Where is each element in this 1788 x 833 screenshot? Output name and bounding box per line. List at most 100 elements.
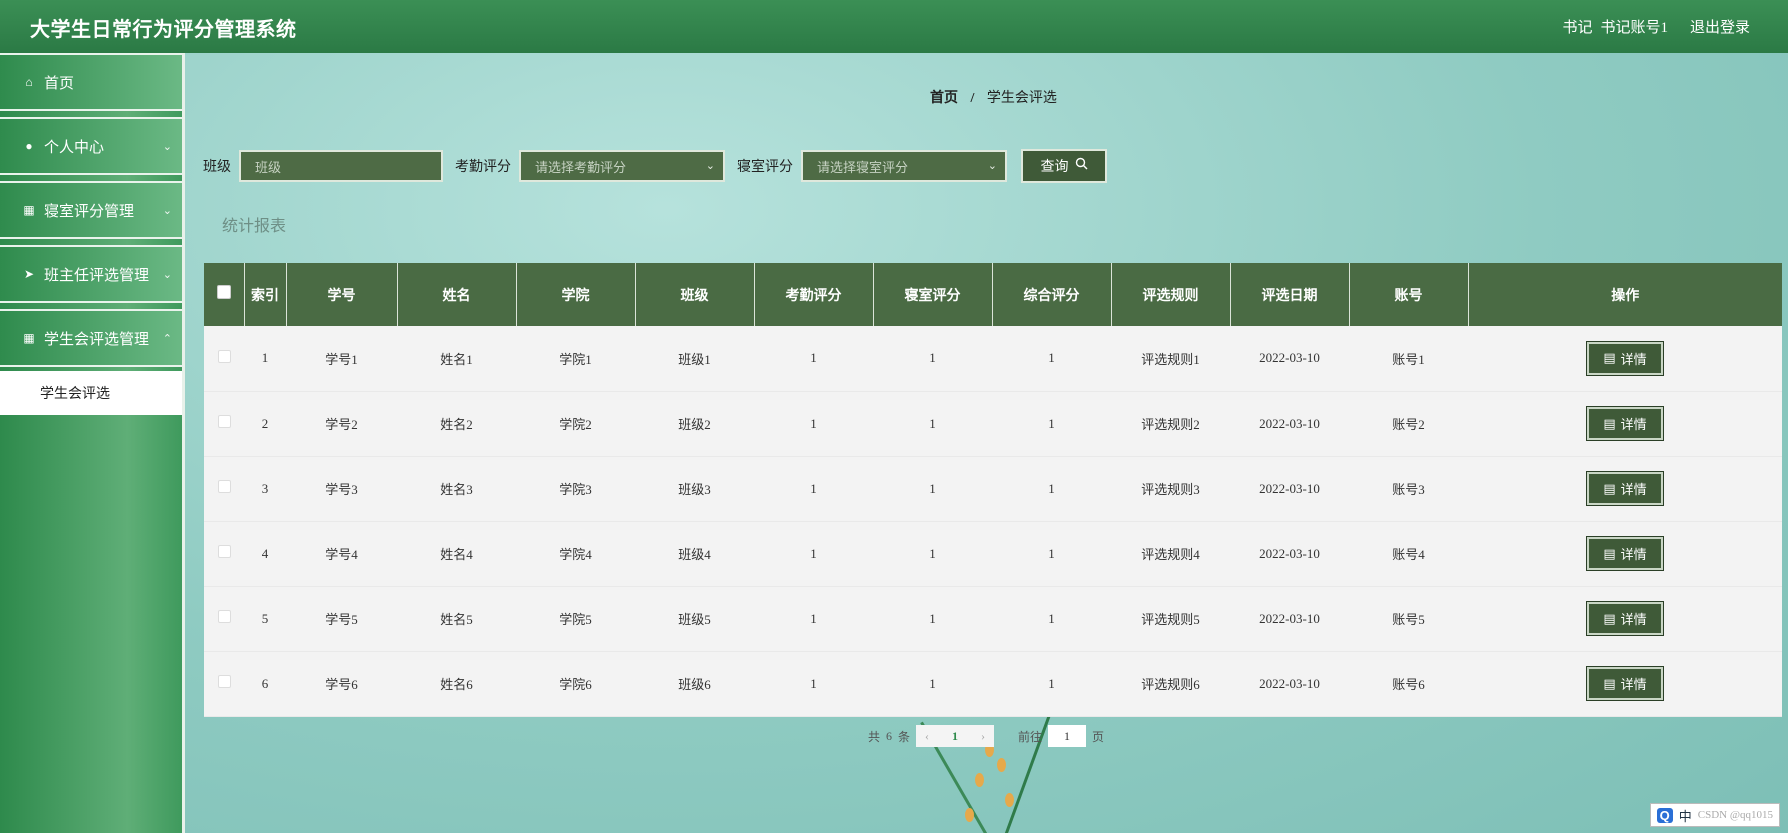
attendance-select[interactable]: 请选择考勤评分 ⌄ xyxy=(519,150,725,182)
detail-button-label: 详情 xyxy=(1620,612,1647,627)
cell-name: 姓名3 xyxy=(440,482,473,497)
user-area: 书记 书记账号1 退出登录 xyxy=(1562,16,1750,37)
detail-button[interactable]: ▤ 详情 xyxy=(1586,340,1664,376)
cell-index: 6 xyxy=(261,675,269,691)
detail-button[interactable]: ▤ 详情 xyxy=(1586,666,1664,701)
watermark: CSDN @qq1015 xyxy=(1697,809,1773,821)
cell-index: 2 xyxy=(261,415,269,431)
select-all-checkbox[interactable] xyxy=(216,285,231,299)
cell-rule: 评选规则1 xyxy=(1141,351,1200,367)
sidebar-item-home[interactable]: ⌂ 首页 xyxy=(0,53,182,111)
row-checkbox[interactable] xyxy=(217,480,231,493)
current-page[interactable]: 1 xyxy=(938,729,972,744)
row-checkbox[interactable] xyxy=(217,349,231,363)
column-header-date: 评选日期 xyxy=(1230,263,1350,326)
row-checkbox[interactable] xyxy=(217,545,231,558)
send-icon: ➤ xyxy=(23,266,35,281)
column-header-student-id: 学号 xyxy=(286,263,398,326)
cell-action: ▤ 详情 xyxy=(1468,521,1782,586)
column-header-college: 学院 xyxy=(516,263,636,326)
cell-name: 姓名2 xyxy=(440,417,473,432)
logout-link[interactable]: 退出登录 xyxy=(1690,16,1750,37)
sidebar-item-union-selection[interactable]: ▦ 学生会评选管理 ⌃ xyxy=(0,309,182,367)
document-icon: ▤ xyxy=(1603,545,1616,561)
row-select-cell xyxy=(204,391,244,456)
detail-button[interactable]: ▤ 详情 xyxy=(1586,471,1664,506)
attendance-select-placeholder: 请选择考勤评分 xyxy=(535,159,627,175)
cell-student-id: 学号1 xyxy=(325,351,358,367)
top-bar: 大学生日常行为评分管理系统 书记 书记账号1 退出登录 xyxy=(0,0,1788,53)
cell-college: 学院6 xyxy=(559,677,592,692)
cell-attendance: 1 xyxy=(810,675,817,691)
cell-date: 2022-03-10 xyxy=(1259,610,1320,626)
decorative-seed xyxy=(997,758,1006,772)
cell-dorm: 1 xyxy=(929,545,936,561)
table-row: 2 学号2 姓名2 学院2 班级2 1 1 1 评选规则2 2022-03-10… xyxy=(204,391,1782,456)
detail-button[interactable]: ▤ 详情 xyxy=(1586,406,1664,441)
cell-date: 2022-03-10 xyxy=(1259,350,1320,366)
row-select-cell xyxy=(204,326,244,391)
cell-rule: 评选规则4 xyxy=(1141,547,1200,562)
goto-suffix: 页 xyxy=(1092,729,1105,744)
cell-rule: 评选规则5 xyxy=(1141,612,1200,627)
row-checkbox[interactable] xyxy=(217,415,231,428)
select-all-header xyxy=(204,263,245,326)
cell-overall: 1 xyxy=(1048,610,1055,626)
cell-overall: 1 xyxy=(1048,545,1055,561)
detail-button-label: 详情 xyxy=(1620,677,1647,692)
detail-button[interactable]: ▤ 详情 xyxy=(1586,536,1664,571)
home-icon: ⌂ xyxy=(25,74,33,89)
search-button[interactable]: 查询 xyxy=(1021,149,1107,183)
class-filter-label: 班级 xyxy=(203,160,231,175)
cell-overall: 1 xyxy=(1048,480,1055,496)
cell-name: 姓名5 xyxy=(440,612,473,627)
search-icon xyxy=(1075,157,1088,175)
sidebar-item-profile[interactable]: ● 个人中心 ⌄ xyxy=(0,117,182,175)
decorative-seed xyxy=(1005,793,1014,807)
table-header-row: 索引 学号 姓名 学院 班级 考勤评分 寝室评分 综合评分 评选规则 评选日期 … xyxy=(204,263,1782,326)
cell-student-id: 学号5 xyxy=(325,612,358,627)
dorm-select[interactable]: 请选择寝室评分 ⌄ xyxy=(801,150,1007,182)
next-page-button[interactable]: › xyxy=(972,729,994,744)
cell-dorm: 1 xyxy=(929,415,936,431)
user-account: 书记账号1 xyxy=(1600,20,1668,36)
pagination-total: 6 xyxy=(886,728,893,743)
sidebar-item-dorm-scores[interactable]: ▦ 寝室评分管理 ⌄ xyxy=(0,181,182,239)
chevron-down-icon: ⌄ xyxy=(987,160,997,172)
cell-index: 1 xyxy=(261,350,269,366)
pagination-total-prefix: 共 xyxy=(868,729,881,744)
prev-page-button[interactable]: ‹ xyxy=(916,729,938,744)
sidebar-item-teacher-selection[interactable]: ➤ 班主任评选管理 ⌄ xyxy=(0,245,182,303)
user-info: 书记 书记账号1 xyxy=(1562,16,1668,37)
detail-button[interactable]: ▤ 详情 xyxy=(1586,601,1664,636)
sidebar-subitem-union-selection[interactable]: 学生会评选 xyxy=(0,371,182,415)
row-checkbox[interactable] xyxy=(217,675,231,688)
goto-page-input[interactable]: 1 xyxy=(1048,725,1087,747)
cell-class: 班级5 xyxy=(678,612,711,627)
column-header-action: 操作 xyxy=(1611,288,1640,304)
statistics-report-link[interactable]: 统计报表 xyxy=(222,212,286,236)
sidebar-item-label: 首页 xyxy=(44,75,75,92)
cell-date: 2022-03-10 xyxy=(1259,480,1320,496)
breadcrumb-home[interactable]: 首页 xyxy=(930,91,958,106)
cell-rule: 评选规则3 xyxy=(1141,482,1200,497)
row-select-cell xyxy=(204,586,244,651)
row-checkbox[interactable] xyxy=(217,610,231,623)
ime-logo-icon[interactable]: Q xyxy=(1656,807,1673,823)
table-row: 6 学号6 姓名6 学院6 班级6 1 1 1 评选规则6 2022-03-10… xyxy=(204,651,1782,716)
cell-index: 3 xyxy=(261,480,269,496)
class-input[interactable]: 班级 xyxy=(239,150,443,182)
cell-action: ▤ 详情 xyxy=(1468,651,1782,716)
ime-mode[interactable]: 中 xyxy=(1679,806,1692,825)
column-header-account: 账号 xyxy=(1349,263,1469,326)
column-header-rule: 评选规则 xyxy=(1111,263,1231,326)
pagination: 共 6 条 ‹ 1 › 前往 1 页 xyxy=(868,725,1104,747)
cell-account: 账号5 xyxy=(1392,612,1425,627)
detail-button-label: 详情 xyxy=(1620,351,1647,367)
column-header-dorm: 寝室评分 xyxy=(873,263,993,326)
column-header-index: 索引 xyxy=(244,263,287,326)
cell-rule: 评选规则6 xyxy=(1141,677,1200,692)
table-row: 3 学号3 姓名3 学院3 班级3 1 1 1 评选规则3 2022-03-10… xyxy=(204,456,1782,521)
user-icon: ● xyxy=(25,138,33,153)
cell-account: 账号6 xyxy=(1392,677,1425,692)
